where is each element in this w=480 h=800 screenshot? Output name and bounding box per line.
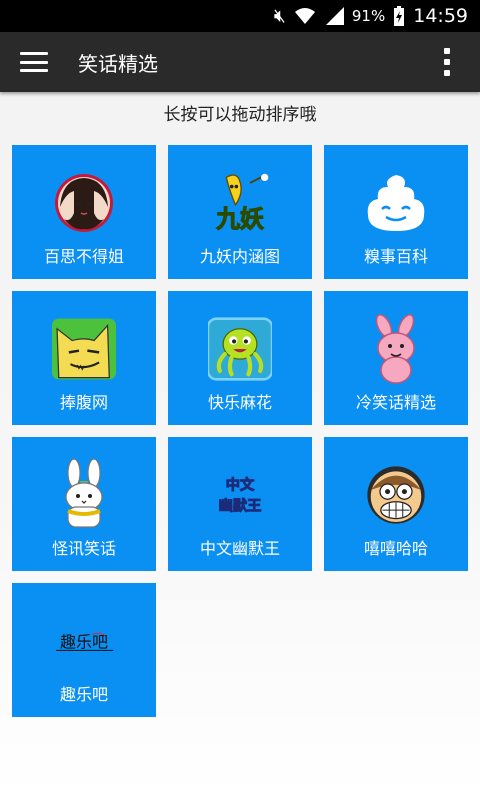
app-title: 笑话精选 — [78, 51, 158, 76]
wifi-icon — [294, 7, 316, 25]
smiley-blob-icon — [364, 171, 428, 235]
qule-logo-text: 趣乐吧 — [60, 633, 108, 652]
app-bar: 笑话精选 — [0, 32, 480, 92]
hamburger-menu-icon[interactable] — [20, 52, 48, 72]
overflow-menu-icon[interactable] — [444, 48, 450, 76]
tile-label: 冷笑话精选 — [355, 393, 436, 412]
tile-label: 九妖内涵图 — [199, 247, 280, 266]
tile-label: 嘻嘻哈哈 — [363, 539, 428, 558]
tile-qulebaa[interactable]: 趣乐吧 趣乐吧 — [12, 583, 156, 717]
cat-face-icon — [52, 317, 116, 381]
signal-icon — [324, 7, 344, 25]
tile-qiushibaike[interactable]: 糗事百科 — [324, 145, 468, 279]
joke-source-grid: 百思不得姐 九妖 九妖内涵图 糗事百科 捧腹网 快乐麻花 冷笑话精选 怪讯笑话 … — [12, 145, 468, 717]
tile-lengxiaohua[interactable]: 冷笑话精选 — [324, 291, 468, 425]
tile-label: 中文幽默王 — [199, 539, 280, 558]
tile-kuailemahua[interactable]: 快乐麻花 — [168, 291, 312, 425]
pink-rabbit-icon — [364, 314, 428, 384]
girl-avatar-icon — [52, 171, 116, 235]
tile-baisibudejie[interactable]: 百思不得姐 — [12, 145, 156, 279]
octopus-icon — [208, 317, 272, 381]
tile-label: 趣乐吧 — [59, 685, 108, 704]
tile-label: 快乐麻花 — [207, 393, 272, 412]
banana-mascot-icon: 九妖 — [208, 171, 272, 235]
white-rabbit-icon — [52, 459, 116, 528]
text-logo-icon: 中文 幽默王 — [208, 463, 272, 527]
tile-zhongwenyoumowang[interactable]: 中文 幽默王 中文幽默王 — [168, 437, 312, 571]
funny-face-icon — [364, 463, 428, 527]
tile-label: 捧腹网 — [59, 393, 108, 412]
tile-label: 怪讯笑话 — [51, 539, 116, 558]
status-bar: 🔇︎ 91% 14:59 — [0, 0, 480, 32]
battery-percent: 91% — [351, 7, 386, 25]
tile-label: 糗事百科 — [363, 247, 428, 266]
drag-sort-hint: 长按可以拖动排序哦 — [163, 105, 317, 125]
tile-guaixun[interactable]: 怪讯笑话 — [12, 437, 156, 571]
tile-label: 百思不得姐 — [43, 247, 124, 266]
mute-icon: 🔇︎ — [273, 5, 286, 27]
logo-line1: 中文 — [226, 475, 255, 493]
battery-charging-icon — [393, 6, 405, 26]
logo-line2: 幽默王 — [219, 498, 262, 515]
tile-pengfu[interactable]: 捧腹网 — [12, 291, 156, 425]
jiuyao-logo-text: 九妖 — [215, 205, 264, 233]
handwritten-logo-icon: 趣乐吧 — [52, 609, 116, 673]
tile-jiuyao[interactable]: 九妖 九妖内涵图 — [168, 145, 312, 279]
tile-xixihaha[interactable]: 嘻嘻哈哈 — [324, 437, 468, 571]
clock: 14:59 — [413, 5, 468, 27]
